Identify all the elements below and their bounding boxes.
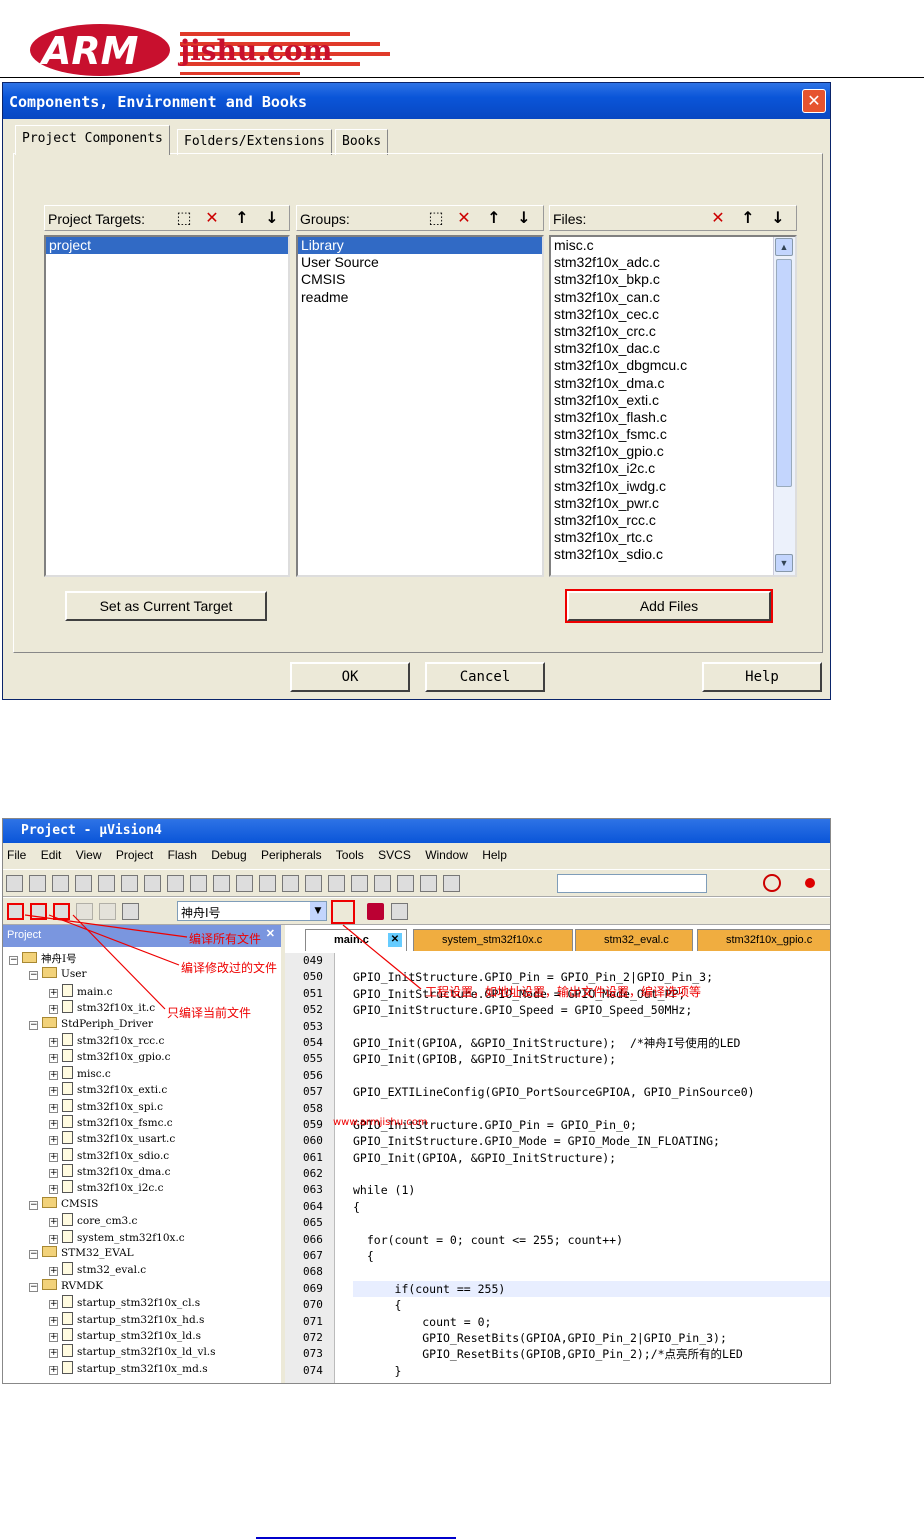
footer-link-underline — [256, 1537, 456, 1539]
scroll-thumb[interactable] — [776, 259, 792, 487]
list-item[interactable]: readme — [298, 289, 542, 306]
list-item[interactable]: stm32f10x_fsmc.c — [551, 426, 795, 443]
targets-list: project — [44, 235, 290, 577]
files-scrollbar[interactable]: ▲ ▼ — [773, 237, 795, 575]
list-item[interactable]: stm32f10x_rcc.c — [551, 512, 795, 529]
logo-subtext: jishu.com — [177, 34, 332, 67]
list-item[interactable]: stm32f10x_dac.c — [551, 340, 795, 357]
move-up-file-icon[interactable]: ↑ — [735, 206, 761, 230]
delete-target-icon[interactable]: ✕ — [199, 206, 225, 230]
list-item[interactable]: stm32f10x_gpio.c — [551, 443, 795, 460]
delete-group-icon[interactable]: ✕ — [451, 206, 477, 230]
scroll-up-icon[interactable]: ▲ — [775, 238, 793, 256]
new-target-icon[interactable]: ⬚ — [171, 206, 197, 230]
new-group-icon[interactable]: ⬚ — [423, 206, 449, 230]
list-item[interactable]: stm32f10x_iwdg.c — [551, 478, 795, 495]
components-dialog: Components, Environment and Books ✕ Proj… — [2, 82, 831, 700]
list-item[interactable]: stm32f10x_bkp.c — [551, 271, 795, 288]
tab-books[interactable]: Books — [335, 129, 389, 155]
list-item[interactable]: misc.c — [551, 237, 795, 254]
targets-label: Project Targets: — [48, 211, 146, 227]
tab-folders-extensions[interactable]: Folders/Extensions — [177, 129, 332, 155]
cancel-button[interactable]: Cancel — [425, 662, 545, 692]
delete-file-icon[interactable]: ✕ — [705, 206, 731, 230]
uvision-window: Project - µVision4 File Edit View Projec… — [2, 818, 831, 1384]
list-item[interactable]: CMSIS — [298, 271, 542, 288]
close-icon[interactable]: ✕ — [802, 89, 826, 113]
list-item[interactable]: stm32f10x_can.c — [551, 289, 795, 306]
list-item[interactable]: User Source — [298, 254, 542, 271]
set-current-target-button[interactable]: Set as Current Target — [65, 591, 267, 621]
list-item[interactable]: Library — [298, 237, 542, 255]
move-down-file-icon[interactable]: ↓ — [765, 206, 791, 230]
list-item[interactable]: stm32f10x_pwr.c — [551, 495, 795, 512]
list-item[interactable]: stm32f10x_adc.c — [551, 254, 795, 271]
list-item[interactable]: stm32f10x_flash.c — [551, 409, 795, 426]
header-divider — [0, 77, 924, 78]
annotation-arrows — [24, 914, 422, 1010]
move-down-target-icon[interactable]: ↓ — [259, 206, 285, 230]
move-down-group-icon[interactable]: ↓ — [511, 206, 537, 230]
logo-text: ARM — [39, 29, 139, 73]
list-item[interactable]: stm32f10x_rtc.c — [551, 529, 795, 546]
list-item[interactable]: project — [46, 237, 288, 255]
ok-button[interactable]: OK — [290, 662, 410, 692]
move-up-target-icon[interactable]: ↑ — [229, 206, 255, 230]
list-item[interactable]: stm32f10x_cec.c — [551, 306, 795, 323]
list-item[interactable]: stm32f10x_dma.c — [551, 375, 795, 392]
list-item[interactable]: stm32f10x_sdio.c — [551, 546, 795, 563]
files-list: misc.c stm32f10x_adc.c stm32f10x_bkp.c s… — [549, 235, 797, 577]
list-item[interactable]: stm32f10x_dbgmcu.c — [551, 357, 795, 374]
add-files-button[interactable]: Add Files — [565, 589, 773, 623]
groups-list: Library User Source CMSIS readme — [296, 235, 544, 577]
dialog-title: Components, Environment and Books — [3, 83, 830, 119]
armjishu-logo: ARM jishu.com — [30, 22, 390, 82]
groups-label: Groups: — [300, 211, 350, 227]
help-button[interactable]: Help — [702, 662, 822, 692]
list-item[interactable]: stm32f10x_i2c.c — [551, 460, 795, 477]
move-up-group-icon[interactable]: ↑ — [481, 206, 507, 230]
scroll-down-icon[interactable]: ▼ — [775, 554, 793, 572]
files-label: Files: — [553, 211, 587, 227]
tab-project-components[interactable]: Project Components — [15, 125, 170, 155]
list-item[interactable]: stm32f10x_exti.c — [551, 392, 795, 409]
list-item[interactable]: stm32f10x_crc.c — [551, 323, 795, 340]
